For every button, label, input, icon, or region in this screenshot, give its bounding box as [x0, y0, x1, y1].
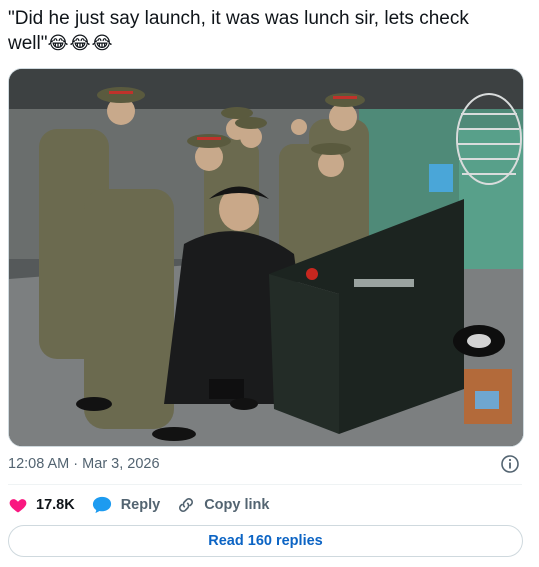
photo-illustration	[9, 69, 523, 446]
link-icon	[179, 498, 194, 512]
laughing-emoji-icon: 😂😂😂	[47, 33, 114, 53]
read-replies-label: Read 160 replies	[208, 533, 323, 549]
reply-bubble-icon	[92, 496, 111, 514]
heart-icon	[9, 499, 27, 513]
reply-button[interactable]: Reply	[91, 495, 161, 515]
like-count: 17.8K	[36, 497, 75, 513]
copy-link-button[interactable]: Copy link	[176, 495, 269, 515]
reply-label: Reply	[120, 497, 161, 513]
tweet-timestamp[interactable]: 12:08 AM · Mar 3, 2026	[8, 456, 160, 472]
read-replies-button[interactable]: Read 160 replies	[8, 525, 523, 557]
tweet-time: 12:08 AM	[8, 456, 70, 472]
tweet-text: "Did he just say launch, it was was lunc…	[8, 6, 528, 56]
like-button[interactable]: 17.8K	[8, 495, 75, 515]
tweet-actions: 17.8K Reply Copy link	[8, 494, 285, 516]
info-icon[interactable]	[500, 454, 520, 474]
tweet-photo[interactable]	[8, 68, 524, 447]
meta-separator: ·	[73, 456, 79, 472]
copy-link-label: Copy link	[204, 497, 270, 513]
divider	[8, 484, 522, 485]
tweet-date: Mar 3, 2026	[82, 456, 160, 472]
